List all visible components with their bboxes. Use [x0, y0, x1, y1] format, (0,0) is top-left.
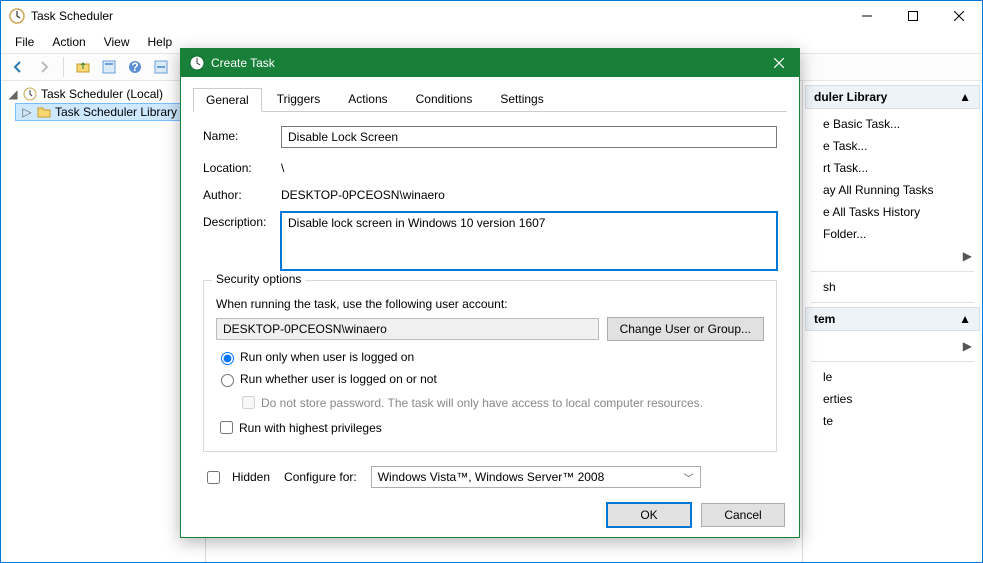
- action-item[interactable]: Folder...: [803, 223, 982, 245]
- dialog-close-button[interactable]: [759, 49, 799, 77]
- checkbox-hidden[interactable]: [207, 471, 220, 484]
- help-button[interactable]: ?: [124, 56, 146, 78]
- tabstrip: General Triggers Actions Conditions Sett…: [193, 87, 787, 112]
- hidden-label: Hidden: [232, 470, 270, 484]
- action-item[interactable]: e Task...: [803, 135, 982, 157]
- security-prompt: When running the task, use the following…: [216, 297, 764, 311]
- folder-up-button[interactable]: [72, 56, 94, 78]
- tree-root[interactable]: ◢ Task Scheduler (Local): [1, 85, 205, 103]
- dialog-title: Create Task: [211, 56, 759, 70]
- actions-header[interactable]: duler Library ▲: [805, 85, 980, 109]
- radio-whether-label: Run whether user is logged on or not: [240, 372, 437, 386]
- tab-conditions[interactable]: Conditions: [403, 87, 486, 111]
- checkbox-no-store-password: [242, 396, 255, 409]
- separator: [811, 271, 974, 272]
- security-options-group: Security options When running the task, …: [203, 280, 777, 452]
- tab-actions[interactable]: Actions: [335, 87, 400, 111]
- minimize-button[interactable]: [844, 1, 890, 31]
- radio-logged-on[interactable]: [221, 352, 234, 365]
- description-label: Description:: [203, 212, 281, 229]
- dialog-titlebar: Create Task: [181, 49, 799, 77]
- account-display: DESKTOP-0PCEOSN\winaero: [216, 318, 599, 340]
- configure-label: Configure for:: [284, 470, 357, 484]
- action-submenu-arrow[interactable]: ▶: [803, 245, 982, 267]
- actions-header-label: tem: [814, 312, 835, 326]
- toolbar-icon-1[interactable]: [98, 56, 120, 78]
- chevron-down-icon: ﹀: [684, 470, 694, 485]
- toolbar-separator: [63, 57, 64, 77]
- tree-pane[interactable]: ◢ Task Scheduler (Local) ▷ Task Schedule…: [1, 81, 206, 562]
- action-item[interactable]: erties: [803, 388, 982, 410]
- configure-for-select[interactable]: Windows Vista™, Windows Server™ 2008 ﹀: [371, 466, 701, 488]
- security-legend: Security options: [212, 272, 305, 286]
- ok-button[interactable]: OK: [607, 503, 691, 527]
- separator: [811, 361, 974, 362]
- radio-logged-on-label: Run only when user is logged on: [240, 350, 414, 364]
- name-label: Name:: [203, 126, 281, 143]
- checkbox-highest-privileges[interactable]: [220, 421, 233, 434]
- menu-view[interactable]: View: [96, 33, 138, 51]
- toolbar-icon-2[interactable]: [150, 56, 172, 78]
- highest-label: Run with highest privileges: [239, 421, 382, 435]
- name-input[interactable]: [281, 126, 777, 148]
- window-title: Task Scheduler: [31, 9, 844, 23]
- dialog-body: General Triggers Actions Conditions Sett…: [181, 77, 799, 508]
- tree-library[interactable]: ▷ Task Scheduler Library: [15, 103, 205, 121]
- change-user-button[interactable]: Change User or Group...: [607, 317, 764, 341]
- no-store-label: Do not store password. The task will onl…: [261, 396, 703, 410]
- menu-file[interactable]: File: [7, 33, 42, 51]
- back-button[interactable]: [7, 56, 29, 78]
- maximize-button[interactable]: [890, 1, 936, 31]
- action-item[interactable]: e All Tasks History: [803, 201, 982, 223]
- tab-general[interactable]: General: [193, 88, 262, 112]
- cancel-button[interactable]: Cancel: [701, 503, 785, 527]
- actions-header-2[interactable]: tem ▲: [805, 307, 980, 331]
- actions-header-label: duler Library: [814, 90, 887, 104]
- action-item[interactable]: le: [803, 366, 982, 388]
- description-input[interactable]: [281, 212, 777, 270]
- tree-library-label: Task Scheduler Library: [55, 105, 177, 119]
- expander-icon[interactable]: ◢: [7, 87, 19, 101]
- author-value: DESKTOP-0PCEOSN\winaero: [281, 185, 445, 202]
- radio-whether[interactable]: [221, 374, 234, 387]
- separator: [811, 302, 974, 303]
- tree-root-label: Task Scheduler (Local): [41, 87, 163, 101]
- menu-action[interactable]: Action: [44, 33, 93, 51]
- dialog-icon: [189, 55, 205, 71]
- menu-help[interactable]: Help: [140, 33, 181, 51]
- window-controls: [844, 1, 982, 31]
- forward-button[interactable]: [33, 56, 55, 78]
- action-item[interactable]: sh: [803, 276, 982, 298]
- clock-icon: [23, 87, 37, 101]
- titlebar: Task Scheduler: [1, 1, 982, 31]
- action-item[interactable]: te: [803, 410, 982, 432]
- close-button[interactable]: [936, 1, 982, 31]
- action-submenu-arrow[interactable]: ▶: [803, 335, 982, 357]
- svg-text:?: ?: [131, 60, 138, 74]
- author-label: Author:: [203, 185, 281, 202]
- folder-icon: [37, 105, 51, 119]
- tab-triggers[interactable]: Triggers: [264, 87, 334, 111]
- configure-value: Windows Vista™, Windows Server™ 2008: [378, 470, 605, 484]
- expander-icon[interactable]: ▷: [21, 105, 33, 119]
- location-label: Location:: [203, 158, 281, 175]
- tab-settings[interactable]: Settings: [487, 87, 556, 111]
- collapse-icon[interactable]: ▲: [959, 90, 971, 104]
- actions-pane: duler Library ▲ e Basic Task... e Task..…: [802, 81, 982, 562]
- action-item[interactable]: rt Task...: [803, 157, 982, 179]
- location-value: \: [281, 158, 284, 175]
- tab-content-general: Name: Location: \ Author: DESKTOP-0PCEOS…: [193, 112, 787, 498]
- dialog-footer: OK Cancel: [607, 503, 785, 527]
- action-item[interactable]: e Basic Task...: [803, 113, 982, 135]
- create-task-dialog: Create Task General Triggers Actions Con…: [180, 48, 800, 538]
- app-icon: [9, 8, 25, 24]
- action-item[interactable]: ay All Running Tasks: [803, 179, 982, 201]
- collapse-icon[interactable]: ▲: [959, 312, 971, 326]
